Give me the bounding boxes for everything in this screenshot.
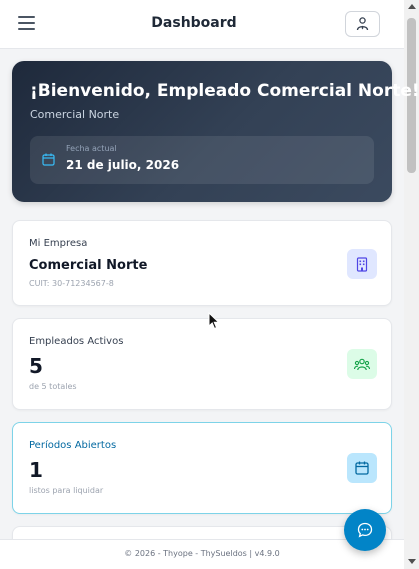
welcome-title: ¡Bienvenido, Empleado Comercial Norte! xyxy=(30,81,419,101)
active-employees-card[interactable]: Empleados Activos 5 de 5 totales xyxy=(12,318,392,410)
welcome-banner: ¡Bienvenido, Empleado Comercial Norte! C… xyxy=(12,61,419,202)
calendar-icon xyxy=(347,453,377,483)
open-periods-card[interactable]: Períodos Abiertos 1 listos para liquidar xyxy=(12,422,392,514)
top-bar: Dashboard xyxy=(0,0,404,49)
card-sub: de 5 totales xyxy=(29,382,77,391)
card-label: Empleados Activos xyxy=(29,336,124,347)
company-card[interactable]: Mi Empresa Comercial Norte CUIT: 30-7123… xyxy=(12,220,392,306)
card-value: Comercial Norte xyxy=(29,258,148,273)
card-label: Períodos Abiertos xyxy=(29,440,117,451)
scroll-up-icon[interactable] xyxy=(408,4,416,9)
chat-icon xyxy=(357,522,373,538)
date-value: 21 de julio, 2026 xyxy=(66,158,180,172)
user-tie-icon xyxy=(356,17,369,31)
date-label: Fecha actual xyxy=(66,144,117,153)
scroll-down-icon[interactable] xyxy=(408,559,416,564)
card-value: 5 xyxy=(29,354,43,378)
company-subtitle: Comercial Norte xyxy=(30,108,120,121)
card-value: 1 xyxy=(29,458,43,482)
card-label: Mi Empresa xyxy=(29,238,88,249)
card-sub: listos para liquidar xyxy=(29,486,104,495)
chat-button[interactable] xyxy=(344,509,386,551)
building-icon xyxy=(347,249,377,279)
users-icon xyxy=(347,349,377,379)
calendar-icon xyxy=(42,153,55,166)
mouse-cursor-icon xyxy=(208,312,220,330)
current-date-box: Fecha actual 21 de julio, 2026 xyxy=(30,136,374,184)
footer: © 2026 - Thyope - ThySueldos | v4.9.0 xyxy=(0,539,404,569)
card-sub: CUIT: 30-71234567-8 xyxy=(29,279,114,288)
page-title: Dashboard xyxy=(151,15,237,31)
footer-text: © 2026 - Thyope - ThySueldos | v4.9.0 xyxy=(124,549,280,558)
user-menu-button[interactable] xyxy=(345,11,380,37)
